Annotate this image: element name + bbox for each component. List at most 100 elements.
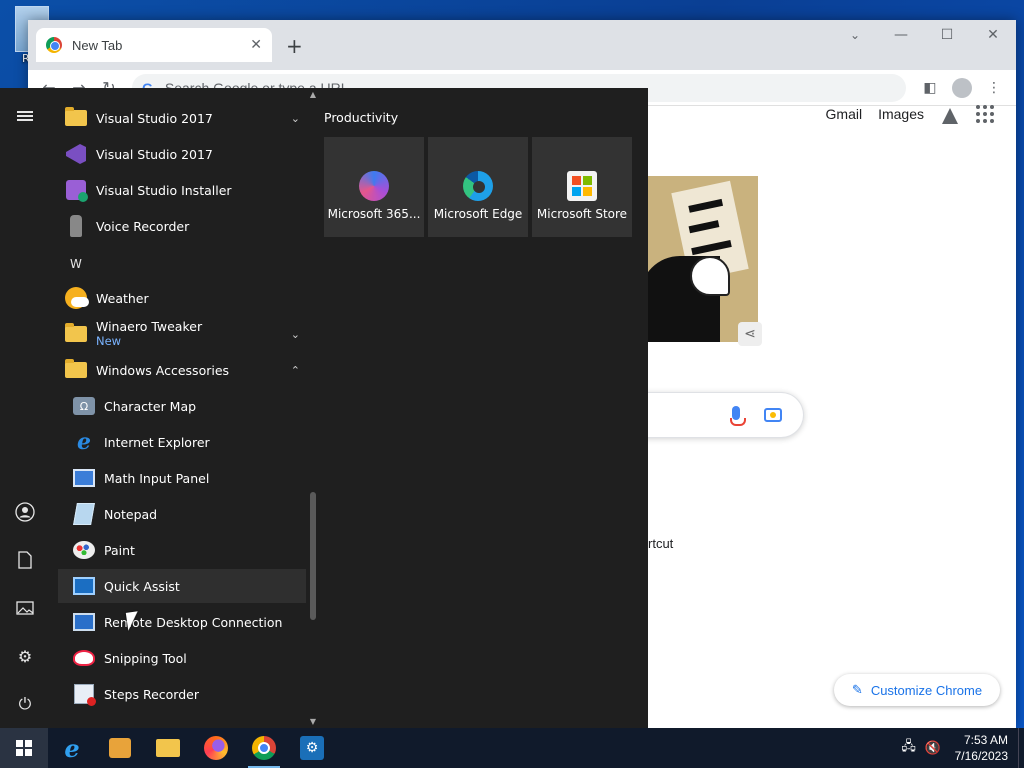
start-rail: ⚙ ⏻ (0, 88, 50, 728)
list-item-quick-assist[interactable]: Quick Assist (58, 569, 306, 603)
taskbar-internet-explorer[interactable]: e (48, 728, 96, 768)
documents-icon[interactable] (13, 548, 37, 572)
app-label: Visual Studio Installer (96, 182, 232, 198)
voice-recorder-icon (64, 214, 88, 238)
tile-microsoft-store[interactable]: Microsoft Store (532, 137, 632, 237)
tile-microsoft-edge[interactable]: Microsoft Edge (428, 137, 528, 237)
user-account-icon[interactable] (13, 500, 37, 524)
add-shortcut-label-fragment[interactable]: rtcut (648, 536, 673, 551)
character-map-icon: Ω (72, 394, 96, 418)
list-item-internet-explorer[interactable]: e Internet Explorer (58, 425, 306, 459)
list-item-windows-accessories[interactable]: Windows Accessories ⌃ (58, 353, 306, 387)
list-item-snipping-tool[interactable]: Snipping Tool (58, 641, 306, 675)
visual-studio-icon (64, 142, 88, 166)
ntp-header-links: Gmail Images (826, 104, 994, 124)
scroll-down-icon[interactable]: ▼ (308, 717, 318, 726)
media-player-icon (109, 738, 131, 758)
tile-group-title[interactable]: Productivity (324, 110, 398, 125)
taskbar-app-settings[interactable]: ⚙ (288, 728, 336, 768)
list-item-notepad[interactable]: Notepad (58, 497, 306, 531)
network-icon[interactable]: 🖧 (897, 737, 921, 759)
power-icon[interactable]: ⏻ (13, 692, 37, 716)
maximize-button[interactable]: ☐ (924, 20, 970, 50)
taskbar-firefox[interactable] (192, 728, 240, 768)
app-label: Winaero Tweaker (96, 319, 203, 334)
list-item-visual-studio-2017-folder[interactable]: Visual Studio 2017 ⌄ (58, 101, 306, 135)
app-label: Character Map (104, 398, 197, 414)
profile-avatar-icon[interactable] (952, 77, 972, 98)
microsoft-store-icon (567, 171, 597, 201)
images-link[interactable]: Images (878, 106, 924, 122)
chevron-down-icon: ⌄ (290, 327, 300, 341)
tiles-area: Productivity Microsoft 365... Microsoft … (324, 88, 648, 728)
google-lens-icon[interactable] (764, 408, 782, 422)
section-letter-w[interactable]: W (70, 257, 82, 271)
math-input-icon (72, 466, 96, 490)
labs-flask-icon[interactable] (940, 104, 960, 124)
google-doodle[interactable] (640, 176, 758, 342)
side-panel-icon[interactable]: ◧ (914, 80, 946, 96)
folder-icon (64, 106, 88, 130)
windows-logo-icon (16, 740, 32, 756)
system-tray: 🖧 🔇 7:53 AM 7/16/2023 (897, 728, 1024, 768)
microsoft-edge-icon (463, 171, 493, 201)
tile-label: Microsoft Edge (433, 207, 523, 221)
list-item-remote-desktop-connection[interactable]: Remote Desktop Connection (58, 605, 306, 639)
taskbar-clock[interactable]: 7:53 AM 7/16/2023 (955, 732, 1008, 764)
list-item-visual-studio-installer[interactable]: Visual Studio Installer (58, 173, 306, 207)
tab-search-dropdown-icon[interactable]: ⌄ (832, 20, 878, 50)
google-apps-icon[interactable] (976, 105, 994, 123)
app-label: Math Input Panel (104, 470, 210, 486)
app-label: Quick Assist (104, 578, 180, 594)
voice-search-icon[interactable] (730, 406, 746, 426)
close-window-button[interactable]: ✕ (970, 20, 1016, 50)
settings-gear-icon[interactable]: ⚙ (13, 644, 37, 668)
scroll-up-icon[interactable]: ▲ (308, 90, 318, 99)
share-icon[interactable]: ⋖ (738, 322, 762, 346)
volume-muted-icon[interactable]: 🔇 (921, 741, 945, 756)
paint-icon (72, 538, 96, 562)
kebab-menu-icon[interactable]: ⋮ (978, 80, 1010, 96)
taskbar-media-player[interactable] (96, 728, 144, 768)
customize-chrome-button[interactable]: ✎ Customize Chrome (834, 674, 1000, 706)
chrome-favicon-icon (46, 37, 62, 53)
minimize-button[interactable]: — (878, 20, 924, 50)
app-list-scrollbar[interactable]: ▲ ▼ (308, 88, 318, 728)
pictures-icon[interactable] (13, 596, 37, 620)
list-item-visual-studio-2017[interactable]: Visual Studio 2017 (58, 137, 306, 171)
app-label: Visual Studio 2017 (96, 110, 213, 126)
gmail-link[interactable]: Gmail (826, 106, 863, 122)
start-menu: ⚙ ⏻ Visual Studio 2017 ⌄ Visual Studio 2… (0, 88, 648, 728)
tab-title: New Tab (72, 37, 123, 53)
doodle-hand (690, 256, 730, 296)
tab-new-tab[interactable]: New Tab ✕ (36, 28, 272, 62)
list-item-voice-recorder[interactable]: Voice Recorder (58, 209, 306, 243)
taskbar-chrome[interactable] (240, 728, 288, 768)
clock-time: 7:53 AM (963, 733, 1008, 747)
list-item-character-map[interactable]: Ω Character Map (58, 389, 306, 423)
hamburger-menu-icon[interactable] (13, 104, 37, 128)
list-item-winaero-tweaker[interactable]: Winaero Tweaker New ⌄ (58, 317, 306, 351)
list-item-paint[interactable]: Paint (58, 533, 306, 567)
scrollbar-thumb[interactable] (310, 492, 316, 620)
pencil-icon: ✎ (851, 682, 863, 697)
app-list: Visual Studio 2017 ⌄ Visual Studio 2017 … (58, 88, 306, 728)
list-item-steps-recorder[interactable]: Steps Recorder (58, 677, 306, 711)
folder-icon (64, 322, 88, 346)
tab-close-icon[interactable]: ✕ (250, 37, 262, 53)
folder-icon (64, 358, 88, 382)
remote-desktop-icon (72, 610, 96, 634)
list-item-weather[interactable]: Weather (58, 281, 306, 315)
tile-microsoft-365[interactable]: Microsoft 365... (324, 137, 424, 237)
customize-chrome-label: Customize Chrome (870, 682, 983, 698)
show-desktop-button[interactable] (1018, 728, 1024, 768)
quick-assist-icon (72, 574, 96, 598)
start-button[interactable] (0, 728, 48, 768)
tab-strip: New Tab ✕ + ⌄ — ☐ ✕ (28, 20, 1016, 70)
microsoft-365-icon (359, 171, 389, 201)
firefox-icon (204, 736, 228, 760)
list-item-math-input-panel[interactable]: Math Input Panel (58, 461, 306, 495)
new-tab-button[interactable]: + (286, 34, 303, 58)
gear-app-icon: ⚙ (300, 736, 324, 760)
taskbar-file-explorer[interactable] (144, 728, 192, 768)
